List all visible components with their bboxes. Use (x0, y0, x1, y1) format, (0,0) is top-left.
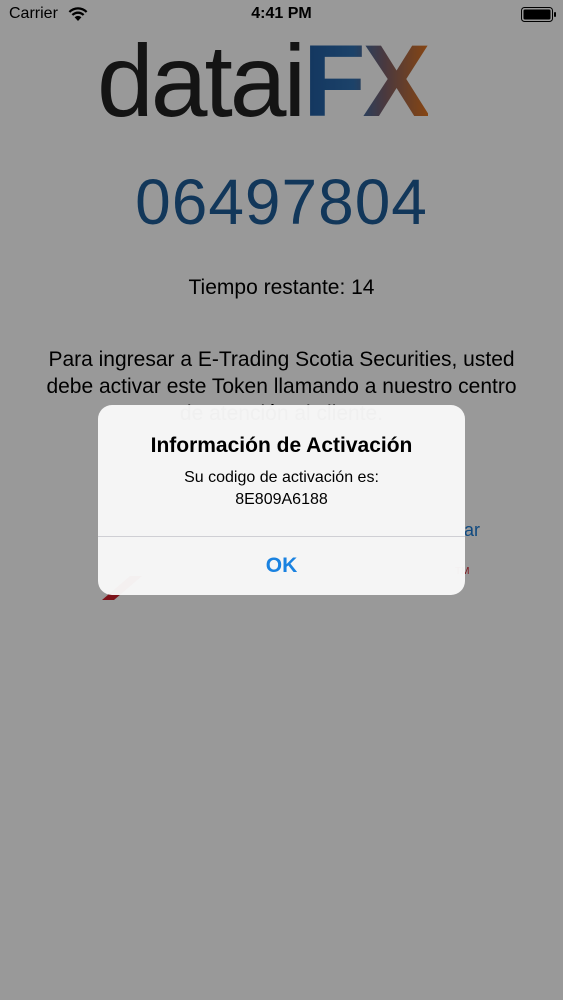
activation-code: 8E809A6188 (235, 491, 328, 508)
alert-title: Información de Activación (150, 434, 413, 457)
alert-message-text: Su codigo de activación es: (184, 469, 379, 486)
ok-button[interactable]: OK (98, 537, 465, 595)
alert-message: Su codigo de activación es: 8E809A6188 (118, 467, 445, 511)
activation-alert: Información de Activación Su codigo de a… (98, 405, 465, 595)
